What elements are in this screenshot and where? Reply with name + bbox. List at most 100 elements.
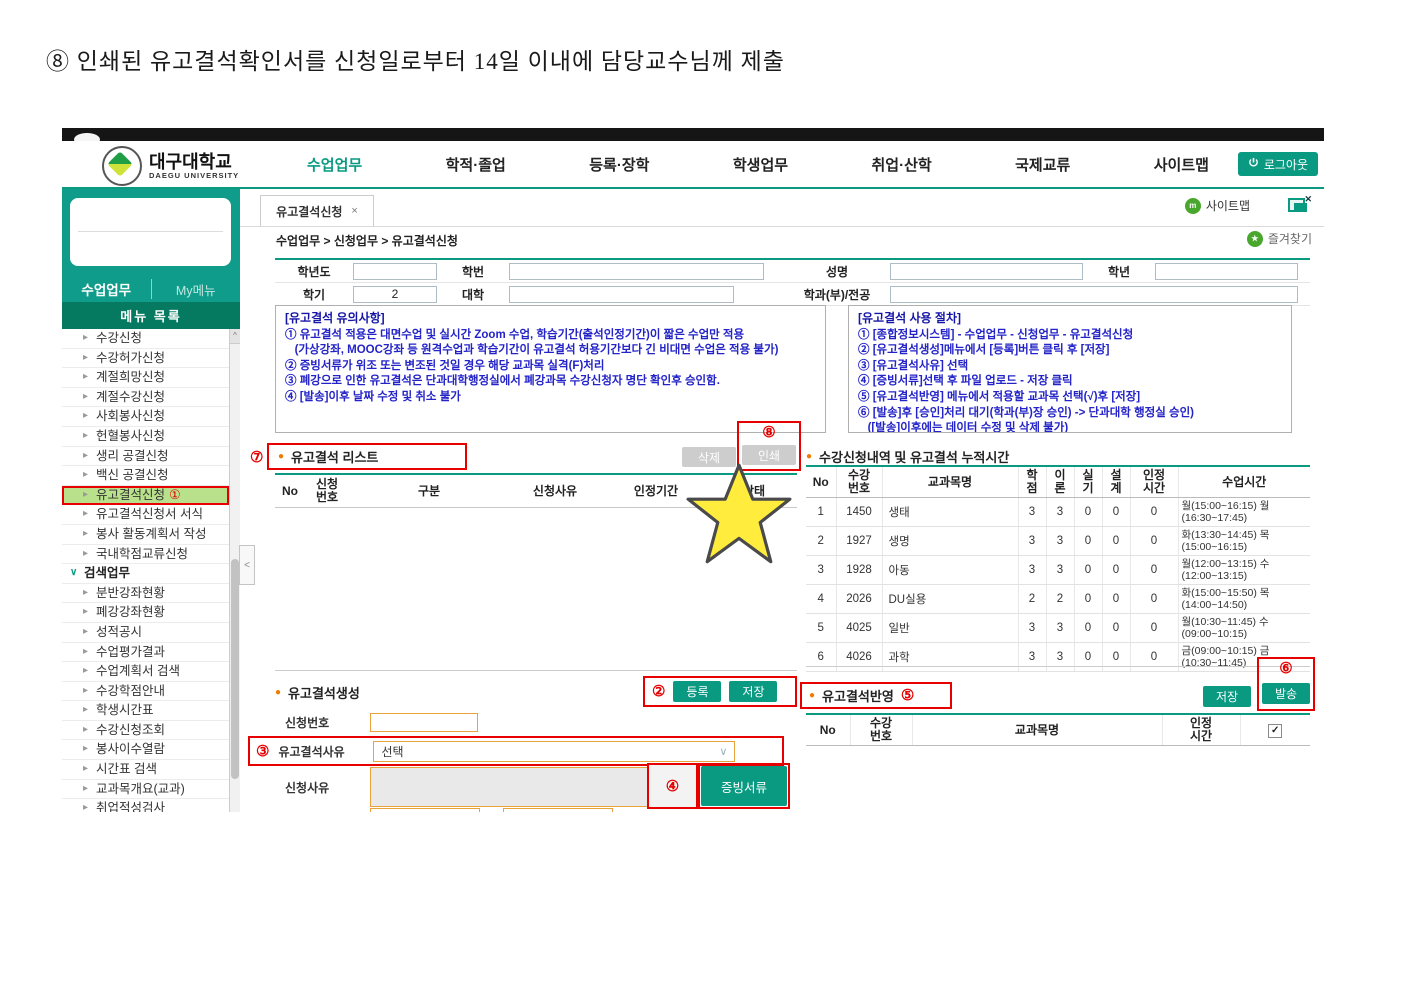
apply-no-input[interactable]: [370, 713, 478, 732]
nav-career[interactable]: 취업·산학: [872, 154, 932, 175]
name-input[interactable]: [890, 263, 1083, 280]
sitemap-link[interactable]: m 사이트맵: [1185, 197, 1250, 214]
table-cell: 0: [1130, 527, 1178, 556]
table-cell: 0: [1102, 498, 1130, 527]
scroll-up-arrow[interactable]: ^: [230, 329, 240, 344]
year-input[interactable]: [353, 263, 437, 280]
logout-button[interactable]: 로그아웃: [1238, 152, 1318, 176]
col-category: 구분: [349, 474, 509, 508]
annotation-3: ③: [256, 744, 269, 759]
student-no-input[interactable]: [509, 263, 764, 280]
period-start-input[interactable]: ▦: [370, 808, 480, 812]
table-cell: 2: [1046, 585, 1074, 614]
table-row[interactable]: 54025일반33000월(10:30~11:45) 수(09:00~10:15…: [806, 614, 1310, 643]
save-button[interactable]: 저장: [729, 681, 777, 702]
table-row[interactable]: 42026DU실용22000화(15:00~15:50) 목(14:00~14:…: [806, 585, 1310, 614]
sidebar-item[interactable]: 헌혈봉사신청: [62, 427, 229, 447]
nav-registration[interactable]: 등록·장학: [589, 154, 649, 175]
send-button[interactable]: 발송: [1262, 683, 1310, 704]
period-end-input[interactable]: ▦: [503, 808, 613, 812]
sidebar-item[interactable]: 학생시간표: [62, 701, 229, 721]
grade-input[interactable]: [1155, 263, 1298, 280]
annotation-5: ⑤: [901, 688, 914, 703]
sidebar-tab-classes[interactable]: 수업업무: [62, 279, 152, 299]
tab-close-icon[interactable]: ×: [351, 205, 357, 217]
sidebar-tab-mymenu[interactable]: My메뉴: [152, 280, 241, 299]
sidebar-item[interactable]: 수강신청조회: [62, 721, 229, 741]
nav-student-affairs[interactable]: 학생업무: [733, 154, 788, 175]
send-annotation-box: ⑥ 발송: [1257, 657, 1315, 711]
sidebar-item[interactable]: 국내학점교류신청: [62, 545, 229, 565]
calendar-icon: ▦: [465, 812, 475, 813]
table-row[interactable]: 31928아동33000월(12:00~13:15) 수(12:00~13:15…: [806, 556, 1310, 585]
table-cell: 0: [1130, 498, 1178, 527]
apply-no-label: 신청번호: [285, 714, 370, 731]
reason-label: 신청사유: [285, 779, 370, 796]
register-button[interactable]: 등록: [673, 681, 721, 702]
sidebar-item[interactable]: 수업계획서 검색: [62, 662, 229, 682]
tab-absence-apply[interactable]: 유고결석신청 ×: [260, 195, 374, 226]
sidebar-item[interactable]: 백신 공결신청: [62, 466, 229, 486]
table-row[interactable]: 11450생태33000월(15:00~16:15) 월(16:30~17:45…: [806, 498, 1310, 527]
notice-procedure: [유고결석 사용 절차] ① [종합정보시스템] - 수업업무 - 신청업무 -…: [848, 305, 1292, 433]
sidebar-item[interactable]: 수업평가결과: [62, 643, 229, 663]
table-cell: 3: [806, 556, 836, 585]
sidebar-item[interactable]: 사회봉사신청: [62, 407, 229, 427]
enrollment-table: No 수강 번호 교과목명 학 점 이 론 실 기 설 계 인정 시간 수업시간…: [806, 465, 1310, 672]
name-label: 성명: [784, 263, 890, 280]
annotation-8: ⑧: [762, 425, 775, 440]
university-name: 대구대학교: [149, 153, 239, 171]
nav-sitemap[interactable]: 사이트맵: [1154, 154, 1209, 175]
sidebar-item[interactable]: 봉사이수열람: [62, 740, 229, 760]
main-nav: 수업업무 학적·졸업 등록·장학 학생업무 취업·산학 국제교류 사이트맵: [307, 141, 1209, 187]
period-separator: ~: [488, 811, 495, 812]
sidebar-item[interactable]: 분반강좌현황: [62, 584, 229, 604]
college-input[interactable]: [509, 286, 734, 303]
table-cell: 3: [1018, 643, 1046, 672]
apply-no-row: 신청번호: [285, 711, 478, 733]
university-logo[interactable]: 대구대학교 DAEGU UNIVERSITY: [102, 146, 239, 186]
favorite-button[interactable]: ★ 즐겨찾기: [1247, 230, 1312, 247]
table-cell: 과학: [882, 643, 1018, 672]
scrollbar-thumb[interactable]: [231, 559, 239, 779]
table-cell: 2: [806, 527, 836, 556]
sidebar-item[interactable]: 수강학점안내: [62, 682, 229, 702]
menu-list-header: 메뉴 목록: [62, 302, 240, 329]
sidebar-item[interactable]: 봉사 활동계획서 작성: [62, 525, 229, 545]
sidebar-item[interactable]: 유고결석신청서 서식: [62, 505, 229, 525]
sidebar-item[interactable]: 성적공시: [62, 623, 229, 643]
enrollment-title: ● 수강신청내역 및 유고결석 누적시간: [806, 447, 1009, 466]
table-row[interactable]: 64026과학33000금(09:00~10:15) 금(10:30~11:45…: [806, 643, 1310, 672]
select-all-checkbox[interactable]: ✓: [1268, 724, 1282, 738]
semester-label: 학기: [275, 286, 353, 303]
table-row[interactable]: 21927생명33000화(13:30~14:45) 목(15:00~16:15…: [806, 527, 1310, 556]
sidebar-section-search[interactable]: 검색업무: [62, 564, 229, 584]
table-cell: 1: [806, 498, 836, 527]
reflection-save-button[interactable]: 저장: [1203, 686, 1251, 707]
sidebar-item[interactable]: 취업적성검사: [62, 799, 229, 812]
power-icon: [1248, 157, 1259, 171]
major-input[interactable]: [890, 286, 1298, 303]
major-label: 학과(부)/전공: [784, 286, 890, 303]
attach-documents-button[interactable]: 증빙서류: [701, 766, 787, 806]
print-button[interactable]: 인쇄: [742, 445, 796, 465]
reason-textarea[interactable]: [370, 767, 655, 807]
sidebar-collapse-handle[interactable]: <: [239, 545, 255, 585]
reason-type-label: 유고결석사유: [278, 743, 373, 760]
reason-type-select[interactable]: 선택 ∨: [373, 741, 735, 762]
sidebar-item[interactable]: 계절수강신청: [62, 388, 229, 408]
nav-records[interactable]: 학적·졸업: [446, 154, 506, 175]
semester-input[interactable]: [353, 286, 437, 303]
sidebar-item[interactable]: 생리 공결신청: [62, 447, 229, 467]
sidebar-item[interactable]: 교과목개요(교과): [62, 780, 229, 800]
sidebar-item[interactable]: 시간표 검색: [62, 760, 229, 780]
close-all-windows-icon[interactable]: ✕: [1288, 198, 1310, 214]
sidebar-item[interactable]: 폐강강좌현황: [62, 603, 229, 623]
bullet-icon: ●: [806, 451, 812, 462]
nav-classes[interactable]: 수업업무: [307, 154, 362, 175]
nav-international[interactable]: 국제교류: [1015, 154, 1070, 175]
sidebar-item-absence-apply[interactable]: 유고결석신청①: [62, 486, 229, 506]
sidebar-item[interactable]: 수강허가신청: [62, 349, 229, 369]
sidebar-item[interactable]: 수강신청: [62, 329, 229, 349]
sidebar-item[interactable]: 계절희망신청: [62, 368, 229, 388]
